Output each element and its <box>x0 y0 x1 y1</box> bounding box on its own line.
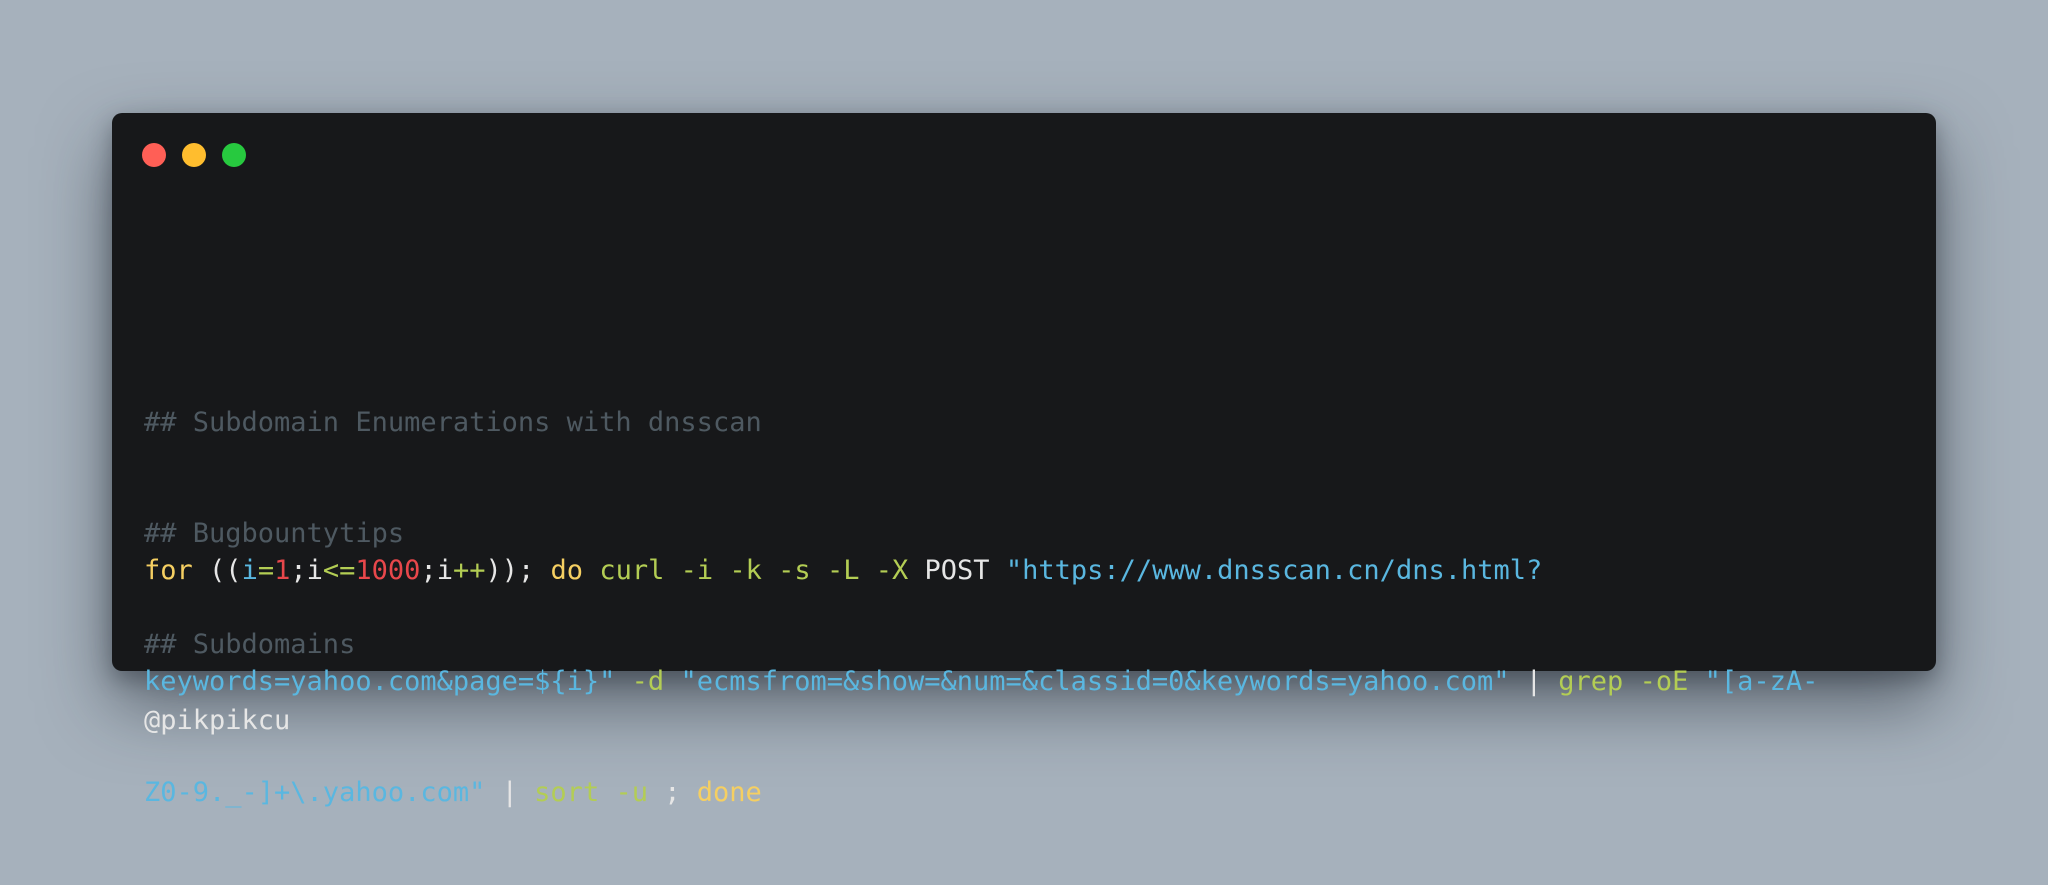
command-block: for ((i=1;i<=1000;i++)); do curl -i -k -… <box>144 478 1818 885</box>
code-token: | <box>1525 666 1543 697</box>
code-token: "ecmsfrom=&show=&num=&classid=0&keywords… <box>680 666 1510 697</box>
comment-line: ## Subdomain Enumerations with dnsscan <box>144 407 762 438</box>
code-token: )); <box>485 555 535 586</box>
code-token: <= <box>322 555 356 586</box>
code-token: -X <box>875 555 909 586</box>
code-token: ; <box>290 555 307 586</box>
code-token: i <box>436 555 453 586</box>
code-token: -s <box>778 555 811 586</box>
code-token: -k <box>729 555 762 586</box>
code-token: do <box>550 555 584 586</box>
command-line-3: Z0-9._-]+\.yahoo.com" | sort -u ; done <box>144 774 1818 811</box>
code-token: ++ <box>452 555 486 586</box>
code-token: -d <box>631 666 665 697</box>
code-token: -oE <box>1639 666 1689 697</box>
code-token: i <box>306 555 323 586</box>
command-line-2: keywords=yahoo.com&page=${i}" -d "ecmsfr… <box>144 663 1818 700</box>
close-dot-icon[interactable] <box>142 143 166 167</box>
maximize-dot-icon[interactable] <box>222 143 246 167</box>
code-token: curl <box>599 555 665 586</box>
code-token: 1000 <box>355 555 421 586</box>
code-token: "https://www.dnsscan.cn/dns.html? <box>1005 555 1543 586</box>
code-token: "[a-zA- <box>1704 666 1819 697</box>
code-window: ## Subdomain Enumerations with dnsscan #… <box>112 113 1936 808</box>
code-token: (( <box>209 555 242 586</box>
code-token: -L <box>826 555 860 586</box>
code-token: ; <box>420 555 437 586</box>
code-token: POST <box>924 555 990 586</box>
code-token: keywords=yahoo.com&page=${i}" <box>144 666 616 697</box>
code-token: for <box>144 555 193 586</box>
author-handle: @pikpikcu <box>144 705 291 736</box>
code-token: i <box>241 555 258 586</box>
command-line-1: for ((i=1;i<=1000;i++)); do curl -i -k -… <box>144 552 1818 589</box>
code-token: grep <box>1558 666 1624 697</box>
code-token: = <box>257 555 275 586</box>
code-token: -i <box>680 555 714 586</box>
code-token: 1 <box>274 555 291 586</box>
minimize-dot-icon[interactable] <box>182 143 206 167</box>
